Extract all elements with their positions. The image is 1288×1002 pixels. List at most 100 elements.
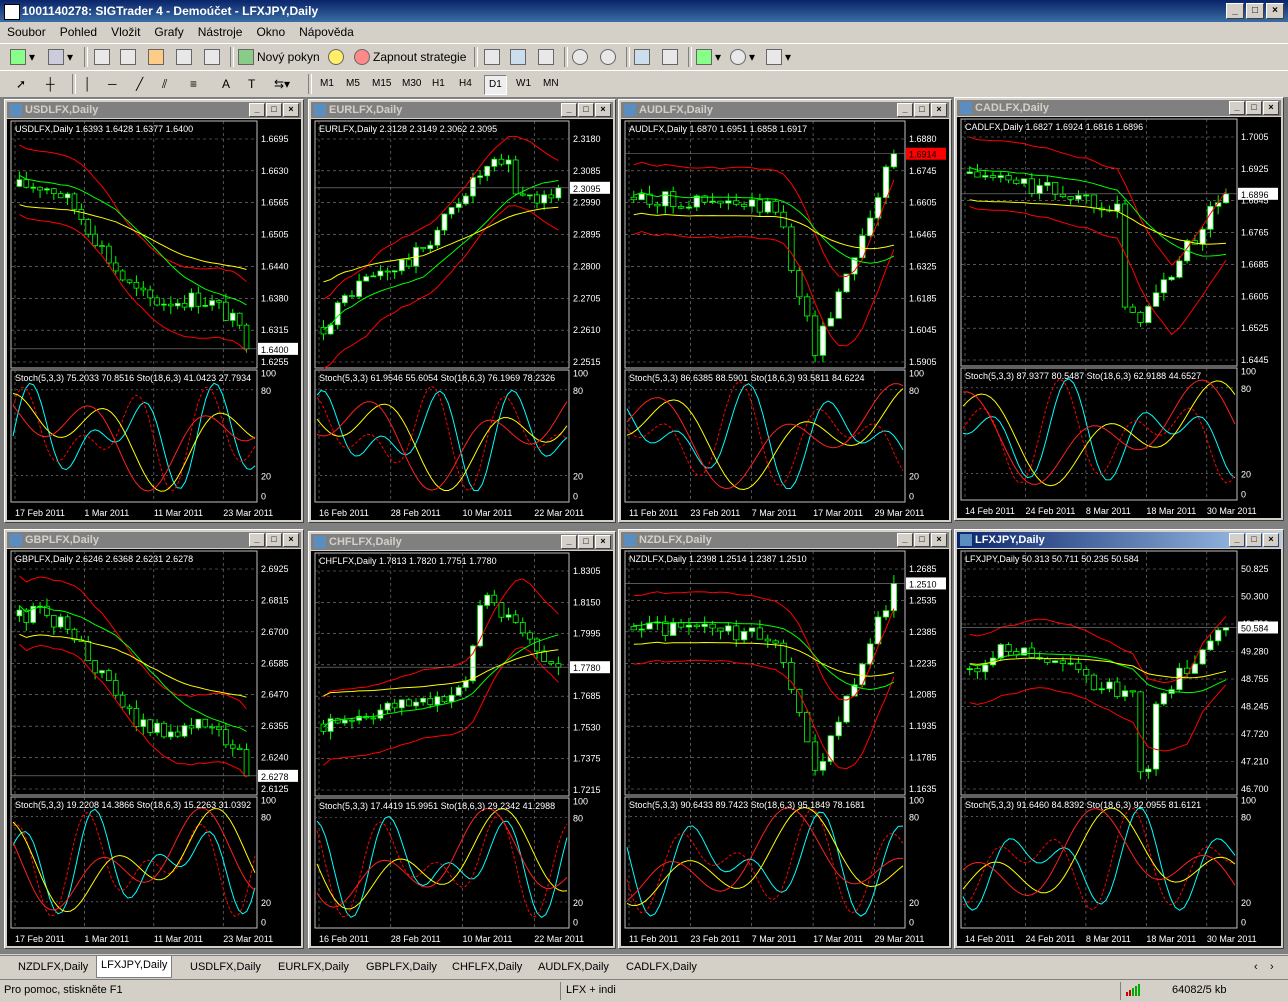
new-chart-button[interactable]: ▾ [10,47,35,67]
trendline-button[interactable]: ╱ [136,74,143,94]
text-button[interactable]: A [222,74,230,94]
chart-shift-button[interactable] [662,47,681,67]
tab-scroll-left-icon[interactable]: ‹ [1250,958,1262,976]
tf-m30[interactable]: M30 [398,75,425,93]
vertical-line-button[interactable]: │ [84,74,92,94]
bar-chart-button[interactable] [484,47,503,67]
eurlfx-titlebar[interactable]: EURLFX,Daily _ □ × [311,102,613,118]
close-button[interactable]: × [1266,3,1284,19]
lfxjpy-close-button[interactable]: × [1263,533,1279,547]
tab-chflfx[interactable]: CHFLFX,Daily [448,958,526,976]
nzdlfx-maximize-button[interactable]: □ [914,533,930,547]
indicators-button[interactable]: ▾ [696,47,721,67]
usdlfx-maximize-button[interactable]: □ [266,103,282,117]
audlfx-chart[interactable]: 1.6880 1.6745 1.6605 1.6465 1.6325 1.6185 1.60… [621,119,949,520]
tab-scroll-right-icon[interactable]: › [1266,958,1278,976]
menu-grafy[interactable]: Grafy [147,22,190,42]
tf-m15[interactable]: M15 [368,75,395,93]
zoom-out-button[interactable] [600,47,619,67]
tf-h4[interactable]: H4 [455,75,476,93]
eurlfx-close-button[interactable]: × [595,103,611,117]
chart-window-cadlfx[interactable]: CADLFX,Daily _ □ × 1.7005 1.6925 1.6845 1.6765 1… [954,97,1284,521]
usdlfx-chart[interactable]: 1.6695 1.6630 1.6565 1.6505 1.6440 1.6380 1.63… [7,119,301,520]
menu-soubor[interactable]: Soubor [0,22,53,42]
chart-window-gbplfx[interactable]: GBPLFX,Daily _ □ × 2.6925 2.6815 2.6700 2.6585 2… [4,529,304,949]
horizontal-line-button[interactable]: ─ [108,74,117,94]
chart-window-usdlfx[interactable]: USDLFX,Daily _ □ × 1.6695 1.6630 1.6565 1.6505 1… [4,99,304,523]
gbplfx-close-button[interactable]: × [283,533,299,547]
chart-window-chflfx[interactable]: CHFLFX,Daily_□×1.83051.81501.79951.78401… [308,531,616,949]
tab-audlfx[interactable]: AUDLFX,Daily [534,958,613,976]
cadlfx-maximize-button[interactable]: □ [1246,101,1262,115]
new-order-button[interactable]: Nový pokyn [238,47,320,67]
tf-h1[interactable]: H1 [428,75,449,93]
tab-cadlfx[interactable]: CADLFX,Daily [622,958,701,976]
lfxjpy-chart[interactable]: 50.82550.30049.79049.28048.75548.24547.7… [957,549,1281,946]
label-button[interactable]: T [248,74,255,94]
cadlfx-chart[interactable]: 1.70051.69251.68451.67651.66851.66051.65… [957,117,1281,518]
fibo-button[interactable]: ≡ [190,74,197,94]
templates-button[interactable]: ▾ [766,47,791,67]
cadlfx-titlebar[interactable]: CADLFX,Daily _ □ × [957,100,1281,116]
lfxjpy-titlebar[interactable]: LFXJPY,Daily _ □ × [957,532,1281,548]
navigator-button[interactable] [148,47,167,67]
menu-pohled[interactable]: Pohled [53,22,104,42]
audlfx-titlebar[interactable]: AUDLFX,Daily _ □ × [621,102,949,118]
chart-window-audlfx[interactable]: AUDLFX,Daily _ □ × 1.6880 1.6745 1.6605 1.6465 1… [618,99,952,523]
arrows-button[interactable]: ⇆▾ [274,74,290,94]
usdlfx-minimize-button[interactable]: _ [249,103,265,117]
chflfx-chart[interactable]: 1.83051.81501.79951.78401.76851.75301.73… [311,551,613,946]
tab-eurlfx[interactable]: EURLFX,Daily [274,958,353,976]
nzdlfx-chart[interactable]: 1.2685 1.2535 1.2385 1.2235 1.2085 1.1935 1.17… [621,549,949,946]
tf-m5[interactable]: M5 [342,75,364,93]
audlfx-minimize-button[interactable]: _ [897,103,913,117]
gbplfx-minimize-button[interactable]: _ [249,533,265,547]
tester-button[interactable] [204,47,223,67]
line-chart-button[interactable] [538,47,557,67]
chart-window-nzdlfx[interactable]: NZDLFX,Daily _ □ × 1.2685 1.2535 1.2385 1.2235 1… [618,529,952,949]
tf-m1[interactable]: M1 [316,75,338,93]
tab-gbplfx[interactable]: GBPLFX,Daily [362,958,441,976]
chflfx-close-button[interactable]: × [595,535,611,549]
eurlfx-maximize-button[interactable]: □ [578,103,594,117]
menu-vlozit[interactable]: Vložit [104,22,147,42]
tab-nzdlfx[interactable]: NZDLFX,Daily [14,958,92,976]
maximize-button[interactable]: □ [1246,3,1264,19]
lfxjpy-maximize-button[interactable]: □ [1246,533,1262,547]
profiles-button[interactable]: ▾ [48,47,73,67]
minimize-button[interactable]: _ [1226,3,1244,19]
chart-window-eurlfx[interactable]: EURLFX,Daily _ □ × 2.3180 2.3085 2.2990 2.2895 2… [308,99,616,523]
lfxjpy-minimize-button[interactable]: _ [1229,533,1245,547]
chflfx-titlebar[interactable]: CHFLFX,Daily _ □ × [311,534,613,550]
data-window-button[interactable] [120,47,139,67]
usdlfx-titlebar[interactable]: USDLFX,Daily _ □ × [7,102,301,118]
zoom-in-button[interactable] [572,47,591,67]
cadlfx-close-button[interactable]: × [1263,101,1279,115]
strategy-button[interactable]: Zapnout strategie [354,47,466,67]
menu-nastroje[interactable]: Nástroje [191,22,250,42]
candle-chart-button[interactable] [510,47,529,67]
tf-mn[interactable]: MN [539,75,563,93]
audlfx-close-button[interactable]: × [931,103,947,117]
market-watch-button[interactable] [94,47,113,67]
eurlfx-chart[interactable]: 2.3180 2.3085 2.2990 2.2895 2.2800 2.2705 2.26… [311,119,613,520]
chflfx-maximize-button[interactable]: □ [578,535,594,549]
chflfx-minimize-button[interactable]: _ [561,535,577,549]
tf-d1[interactable]: D1 [484,75,507,95]
nzdlfx-minimize-button[interactable]: _ [897,533,913,547]
cursor-button[interactable]: ➚ [16,74,26,94]
cadlfx-minimize-button[interactable]: _ [1229,101,1245,115]
menu-okno[interactable]: Okno [249,22,292,42]
gbplfx-titlebar[interactable]: GBPLFX,Daily _ □ × [7,532,301,548]
terminal-button[interactable] [176,47,195,67]
usdlfx-close-button[interactable]: × [283,103,299,117]
tf-w1[interactable]: W1 [512,75,535,93]
metaeditor-button[interactable] [328,47,347,67]
nzdlfx-close-button[interactable]: × [931,533,947,547]
periods-button[interactable]: ▾ [730,47,755,67]
channel-button[interactable]: ⫽ [162,74,167,94]
crosshair-button[interactable]: ┼ [46,74,55,94]
eurlfx-minimize-button[interactable]: _ [561,103,577,117]
audlfx-maximize-button[interactable]: □ [914,103,930,117]
gbplfx-chart[interactable]: 2.6925 2.6815 2.6700 2.6585 2.6470 2.6355 2.62… [7,549,301,946]
